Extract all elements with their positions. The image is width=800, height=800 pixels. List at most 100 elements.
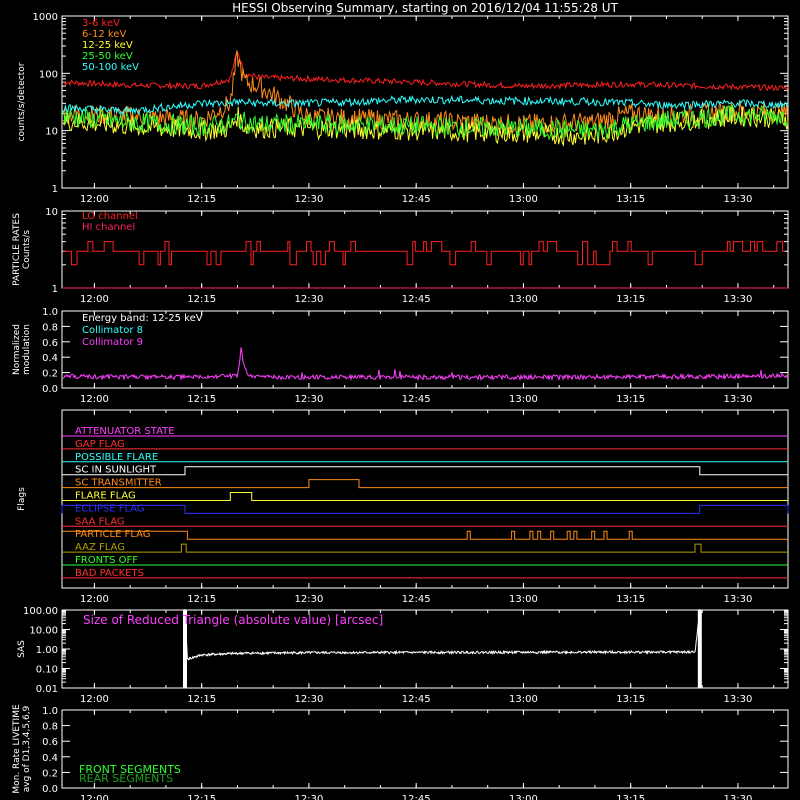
y-tick-label: 1 xyxy=(52,184,58,195)
time-tick-label: 12:30 xyxy=(295,794,324,800)
flag-line xyxy=(62,543,788,553)
time-tick-label: 13:15 xyxy=(616,794,645,800)
time-tick-label: 13:15 xyxy=(616,294,645,305)
time-tick-label: 12:30 xyxy=(295,694,324,705)
y-tick-label: 0.4 xyxy=(42,753,58,764)
flag-label: SC IN SUNLIGHT xyxy=(75,465,157,476)
flag-line xyxy=(62,530,788,540)
time-tick-label: 12:15 xyxy=(187,394,216,405)
time-tick-label: 12:15 xyxy=(187,794,216,800)
time-tick-label: 12:30 xyxy=(295,594,324,605)
time-tick-label: 13:15 xyxy=(616,694,645,705)
time-tick-label: 12:30 xyxy=(295,394,324,405)
time-tick-label: 13:30 xyxy=(724,394,753,405)
panel-particle-rates: 12:00 12:15 12:30 12:45 13:00 13:15 13:30 10 1 PA… xyxy=(12,207,789,305)
time-tick-label: 13:30 xyxy=(724,194,753,205)
y-tick-label: 0.10 xyxy=(36,665,58,676)
time-tick-label: 12:45 xyxy=(402,194,431,205)
legend-entry: 6-12 keV xyxy=(82,29,126,40)
y-tick-label: 0.0 xyxy=(42,784,58,795)
y-tick-label: 0.2 xyxy=(42,369,58,380)
panel-frame xyxy=(61,210,789,289)
flag-label: GAP FLAG xyxy=(75,439,125,450)
time-tick-label: 12:45 xyxy=(402,394,431,405)
y-tick-label: 0.4 xyxy=(42,353,58,364)
counts-series-line xyxy=(62,49,789,93)
legend-entry: Collimator 9 xyxy=(82,337,143,348)
y-tick-label: 1 xyxy=(52,284,58,295)
time-tick-label: 13:00 xyxy=(509,294,538,305)
time-tick-label: 13:30 xyxy=(724,694,753,705)
flag-label: SAA FLAG xyxy=(75,516,125,527)
time-tick-label: 13:00 xyxy=(509,194,538,205)
time-tick-label: 12:00 xyxy=(80,694,109,705)
flag-line xyxy=(62,479,788,489)
time-tick-label: 12:00 xyxy=(80,394,109,405)
legend-entry: 12-25 keV xyxy=(82,40,133,51)
flag-line xyxy=(62,492,788,501)
legend-entry: Collimator 8 xyxy=(82,325,143,336)
time-tick-label: 13:15 xyxy=(616,394,645,405)
y-axis-label: PARTICLE RATES xyxy=(12,213,22,286)
legend-entry: HI channel xyxy=(82,222,135,233)
time-tick-label: 13:00 xyxy=(509,594,538,605)
time-tick-label: 12:30 xyxy=(295,194,324,205)
y-axis-label: modulation xyxy=(22,324,32,375)
y-tick-label: 100 xyxy=(39,69,58,80)
panel-counts: 12:00 12:15 12:30 12:45 13:00 13:15 13:30 1000 1… xyxy=(17,12,789,205)
flag-line xyxy=(61,504,789,514)
y-tick-label: 10 xyxy=(45,127,58,138)
time-tick-label: 13:30 xyxy=(724,594,753,605)
time-tick-label: 12:00 xyxy=(80,594,109,605)
flag-line xyxy=(62,466,788,476)
y-tick-label: 1.0 xyxy=(42,706,58,717)
time-tick-label: 12:15 xyxy=(187,594,216,605)
y-tick-label: 1.00 xyxy=(36,645,58,656)
y-tick-label: 0.8 xyxy=(42,722,58,733)
y-tick-label: 0.8 xyxy=(42,322,58,333)
time-tick-label: 12:45 xyxy=(402,794,431,800)
counts-series-line xyxy=(62,94,789,116)
y-tick-label: 0.01 xyxy=(36,684,58,695)
figure-title: HESSI Observing Summary, starting on 201… xyxy=(232,1,618,15)
y-axis-label: counts/s/detector xyxy=(17,62,27,141)
y-axis-label: Mon. Rate LIVETIME xyxy=(12,704,22,794)
panel-frame xyxy=(61,15,789,189)
time-tick-label: 12:00 xyxy=(80,794,109,800)
y-axis-label: Counts/s xyxy=(22,230,32,269)
legend-entry: 25-50 keV xyxy=(82,51,133,62)
time-tick-label: 12:15 xyxy=(187,294,216,305)
y-tick-label: 0.6 xyxy=(42,737,58,748)
panel-annotation: Energy band: 12-25 keV xyxy=(82,313,203,324)
flag-label: SC TRANSMITTER xyxy=(75,478,162,489)
time-tick-label: 13:15 xyxy=(616,194,645,205)
y-tick-label: 0.6 xyxy=(42,338,58,349)
time-tick-label: 12:00 xyxy=(80,194,109,205)
time-tick-label: 12:30 xyxy=(295,294,324,305)
y-tick-label: 1.0 xyxy=(42,307,58,318)
panel-flags: 12:00 12:15 12:30 12:45 13:00 13:15 13:30 Flags… xyxy=(17,409,789,605)
y-tick-label: 0.2 xyxy=(42,768,58,779)
y-tick-label: 0.0 xyxy=(42,384,58,395)
legend-entry: 3-6 keV xyxy=(82,18,120,29)
y-tick-label: 100.00 xyxy=(23,606,58,617)
y-axis-label: Normalized xyxy=(12,324,22,375)
y-axis-label: avg of D1,3,4,5,6,9 xyxy=(22,705,32,792)
sas-spike xyxy=(697,610,702,688)
collimator-9-line xyxy=(62,347,788,382)
time-tick-label: 13:30 xyxy=(724,794,753,800)
lo-channel-line xyxy=(63,241,785,266)
panel-sas: 12:00 12:15 12:30 12:45 13:00 13:15 13:30 100.0… xyxy=(17,606,789,705)
time-tick-label: 12:45 xyxy=(402,594,431,605)
time-tick-label: 13:15 xyxy=(616,594,645,605)
time-tick-label: 13:00 xyxy=(509,394,538,405)
time-tick-label: 12:15 xyxy=(187,194,216,205)
time-tick-label: 12:00 xyxy=(80,294,109,305)
time-tick-label: 12:15 xyxy=(187,694,216,705)
flag-label: AAZ FLAG xyxy=(75,542,125,553)
legend-entry: LO channel xyxy=(82,211,138,222)
legend-entry: 50-100 keV xyxy=(82,62,139,73)
y-tick-label: 10.00 xyxy=(29,626,58,637)
counts-series-line xyxy=(62,104,789,141)
y-axis-label: Flags xyxy=(17,487,27,511)
